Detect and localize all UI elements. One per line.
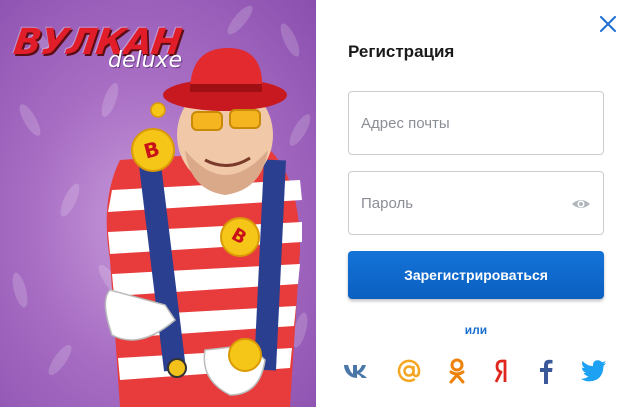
social-yandex-button[interactable] <box>487 356 517 386</box>
promo-panel: ВУЛКАН deluxe В В <box>0 0 316 407</box>
email-input[interactable] <box>361 92 561 154</box>
form-title: Регистрация <box>348 42 455 61</box>
or-divider-text: или <box>464 323 488 337</box>
password-field[interactable] <box>348 171 604 235</box>
social-twitter-button[interactable] <box>579 356 609 386</box>
vk-icon <box>344 365 367 378</box>
password-input[interactable] <box>361 172 561 234</box>
register-button[interactable]: Зарегистрироваться <box>348 251 604 299</box>
brand-logo-subtitle: deluxe <box>108 48 183 73</box>
eye-icon[interactable] <box>571 194 591 214</box>
facebook-icon <box>540 359 553 384</box>
yandex-icon <box>494 359 507 383</box>
twitter-icon <box>581 360 606 382</box>
social-odnoklassniki-button[interactable] <box>442 356 472 386</box>
social-facebook-button[interactable] <box>531 356 561 386</box>
odnoklassniki-icon <box>449 358 465 384</box>
social-vk-button[interactable] <box>341 356 371 386</box>
mail-at-icon <box>397 359 421 383</box>
close-button[interactable] <box>596 12 620 36</box>
close-icon <box>600 16 616 32</box>
email-field[interactable] <box>348 91 604 155</box>
social-mail-button[interactable] <box>394 356 424 386</box>
registration-modal: ВУЛКАН deluxe В В Регистрация Зарегистри… <box>0 0 633 407</box>
